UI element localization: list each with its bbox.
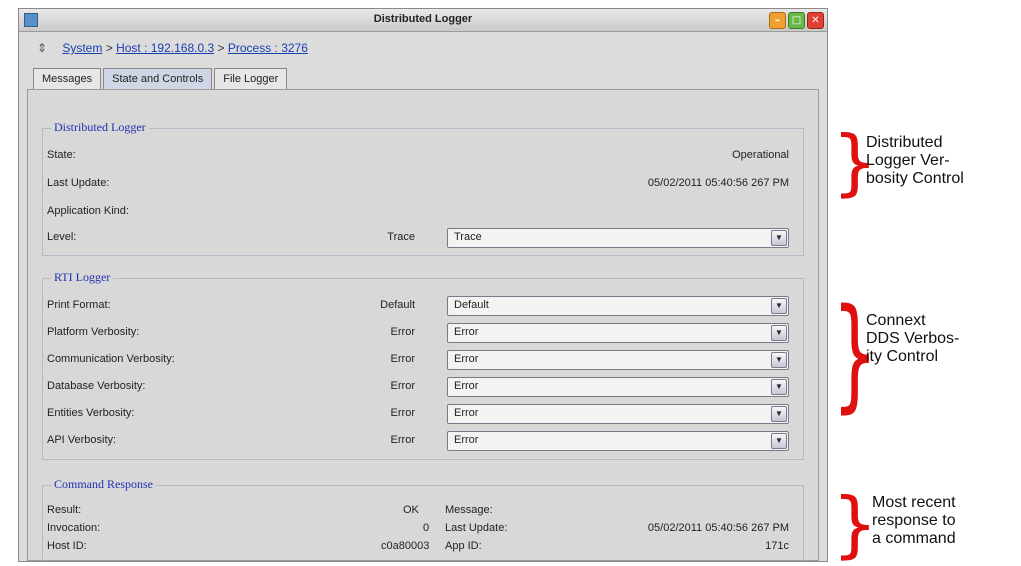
breadcrumb: ⇕ System > Host : 192.168.0.3 > Process … [37, 41, 308, 55]
api-verbosity-select[interactable]: Error ▼ [447, 431, 789, 451]
level-label: Level: [47, 231, 77, 243]
invocation-label: Invocation: [47, 522, 101, 534]
app-id-value: 171c [765, 540, 789, 552]
annotation-line: Logger Ver- [866, 152, 950, 169]
entities-verbosity-select[interactable]: Error ▼ [447, 404, 789, 424]
cmd-last-update-label: Last Update: [445, 522, 508, 534]
chevron-down-icon[interactable]: ▼ [771, 230, 787, 246]
tab-file-logger[interactable]: File Logger [214, 68, 288, 89]
group-legend: Distributed Logger [51, 120, 149, 135]
application-kind-label: Application Kind: [47, 205, 129, 217]
select-value: Error [454, 434, 479, 446]
api-verbosity-label: API Verbosity: [47, 434, 117, 446]
print-format-select[interactable]: Default ▼ [447, 296, 789, 316]
app-id-label: App ID: [445, 540, 482, 552]
annotation-line: a command [872, 530, 956, 547]
breadcrumb-separator: > [105, 41, 113, 55]
annotation-bracket-3: } [832, 482, 878, 566]
communication-verbosity-label: Communication Verbosity: [47, 353, 175, 365]
breadcrumb-host[interactable]: Host : 192.168.0.3 [116, 41, 214, 55]
host-id-label: Host ID: [47, 540, 87, 552]
state-value: Operational [732, 149, 789, 161]
chevron-down-icon[interactable]: ▼ [771, 433, 787, 449]
platform-verbosity-select[interactable]: Error ▼ [447, 323, 789, 343]
state-controls-panel: Distributed Logger State: Operational La… [27, 89, 819, 561]
tab-state-and-controls[interactable]: State and Controls [103, 68, 213, 89]
annotation-line: Connext [866, 312, 926, 329]
command-response-group: Command Response Result: OK Message: Inv… [42, 477, 804, 561]
breadcrumb-system[interactable]: System [62, 41, 102, 55]
select-value: Error [454, 380, 479, 392]
annotation-line: response to [872, 512, 956, 529]
select-value: Default [454, 299, 489, 311]
select-value: Error [454, 407, 479, 419]
title-bar[interactable]: Distributed Logger – □ ✕ [19, 9, 827, 32]
print-format-current: Default [380, 299, 415, 311]
annotation-line: bosity Control [866, 170, 964, 187]
host-id-value: c0a80003 [381, 540, 430, 552]
result-label: Result: [47, 504, 82, 516]
annotation-line: ity Control [866, 348, 939, 365]
select-value: Error [454, 326, 479, 338]
communication-verbosity-current: Error [390, 353, 415, 365]
message-label: Message: [445, 504, 493, 516]
close-button[interactable]: ✕ [807, 12, 824, 29]
platform-verbosity-current: Error [390, 326, 415, 338]
chevron-down-icon[interactable]: ▼ [771, 325, 787, 341]
print-format-label: Print Format: [47, 299, 111, 311]
cmd-last-update-value: 05/02/2011 05:40:56 267 PM [647, 522, 789, 534]
last-update-label: Last Update: [47, 177, 110, 189]
chevron-down-icon[interactable]: ▼ [771, 406, 787, 422]
chevron-down-icon[interactable]: ▼ [771, 379, 787, 395]
distributed-logger-window: Distributed Logger – □ ✕ ⇕ System > Host… [18, 8, 828, 562]
api-verbosity-current: Error [390, 434, 415, 446]
distributed-logger-group: Distributed Logger State: Operational La… [42, 120, 804, 256]
chevron-down-icon[interactable]: ▼ [771, 352, 787, 368]
annotation-distributed-logger: Distributed Logger Ver- bosity Control [866, 134, 964, 188]
group-legend: Command Response [51, 477, 156, 492]
state-label: State: [47, 149, 76, 161]
annotation-command-response: Most recent response to a command [872, 494, 956, 548]
breadcrumb-separator: > [217, 41, 225, 55]
database-verbosity-select[interactable]: Error ▼ [447, 377, 789, 397]
communication-verbosity-select[interactable]: Error ▼ [447, 350, 789, 370]
last-update-value: 05/02/2011 05:40:56 267 PM [647, 177, 789, 189]
database-verbosity-label: Database Verbosity: [47, 380, 146, 392]
annotation-line: Most recent [872, 494, 956, 511]
invocation-value: 0 [423, 522, 430, 534]
pin-icon[interactable]: ⇕ [37, 41, 47, 55]
minimize-button[interactable]: – [769, 12, 786, 29]
rti-logger-group: RTI Logger Print Format: Default Default… [42, 270, 804, 460]
group-legend: RTI Logger [51, 270, 114, 285]
breadcrumb-process[interactable]: Process : 3276 [228, 41, 308, 55]
tab-bar: Messages State and Controls File Logger [33, 68, 288, 89]
result-value: OK [403, 504, 419, 516]
chevron-down-icon[interactable]: ▼ [771, 298, 787, 314]
level-select[interactable]: Trace ▼ [447, 228, 789, 248]
entities-verbosity-label: Entities Verbosity: [47, 407, 135, 419]
annotation-connext: Connext DDS Verbos- ity Control [866, 312, 959, 366]
platform-verbosity-label: Platform Verbosity: [47, 326, 140, 338]
entities-verbosity-current: Error [390, 407, 415, 419]
window-title: Distributed Logger [373, 13, 473, 25]
maximize-button[interactable]: □ [788, 12, 805, 29]
database-verbosity-current: Error [390, 380, 415, 392]
level-current: Trace [387, 231, 415, 243]
select-value: Error [454, 353, 479, 365]
tab-messages[interactable]: Messages [33, 68, 102, 89]
annotation-line: DDS Verbos- [866, 330, 960, 347]
level-select-value: Trace [454, 231, 482, 243]
annotation-line: Distributed [866, 134, 943, 151]
